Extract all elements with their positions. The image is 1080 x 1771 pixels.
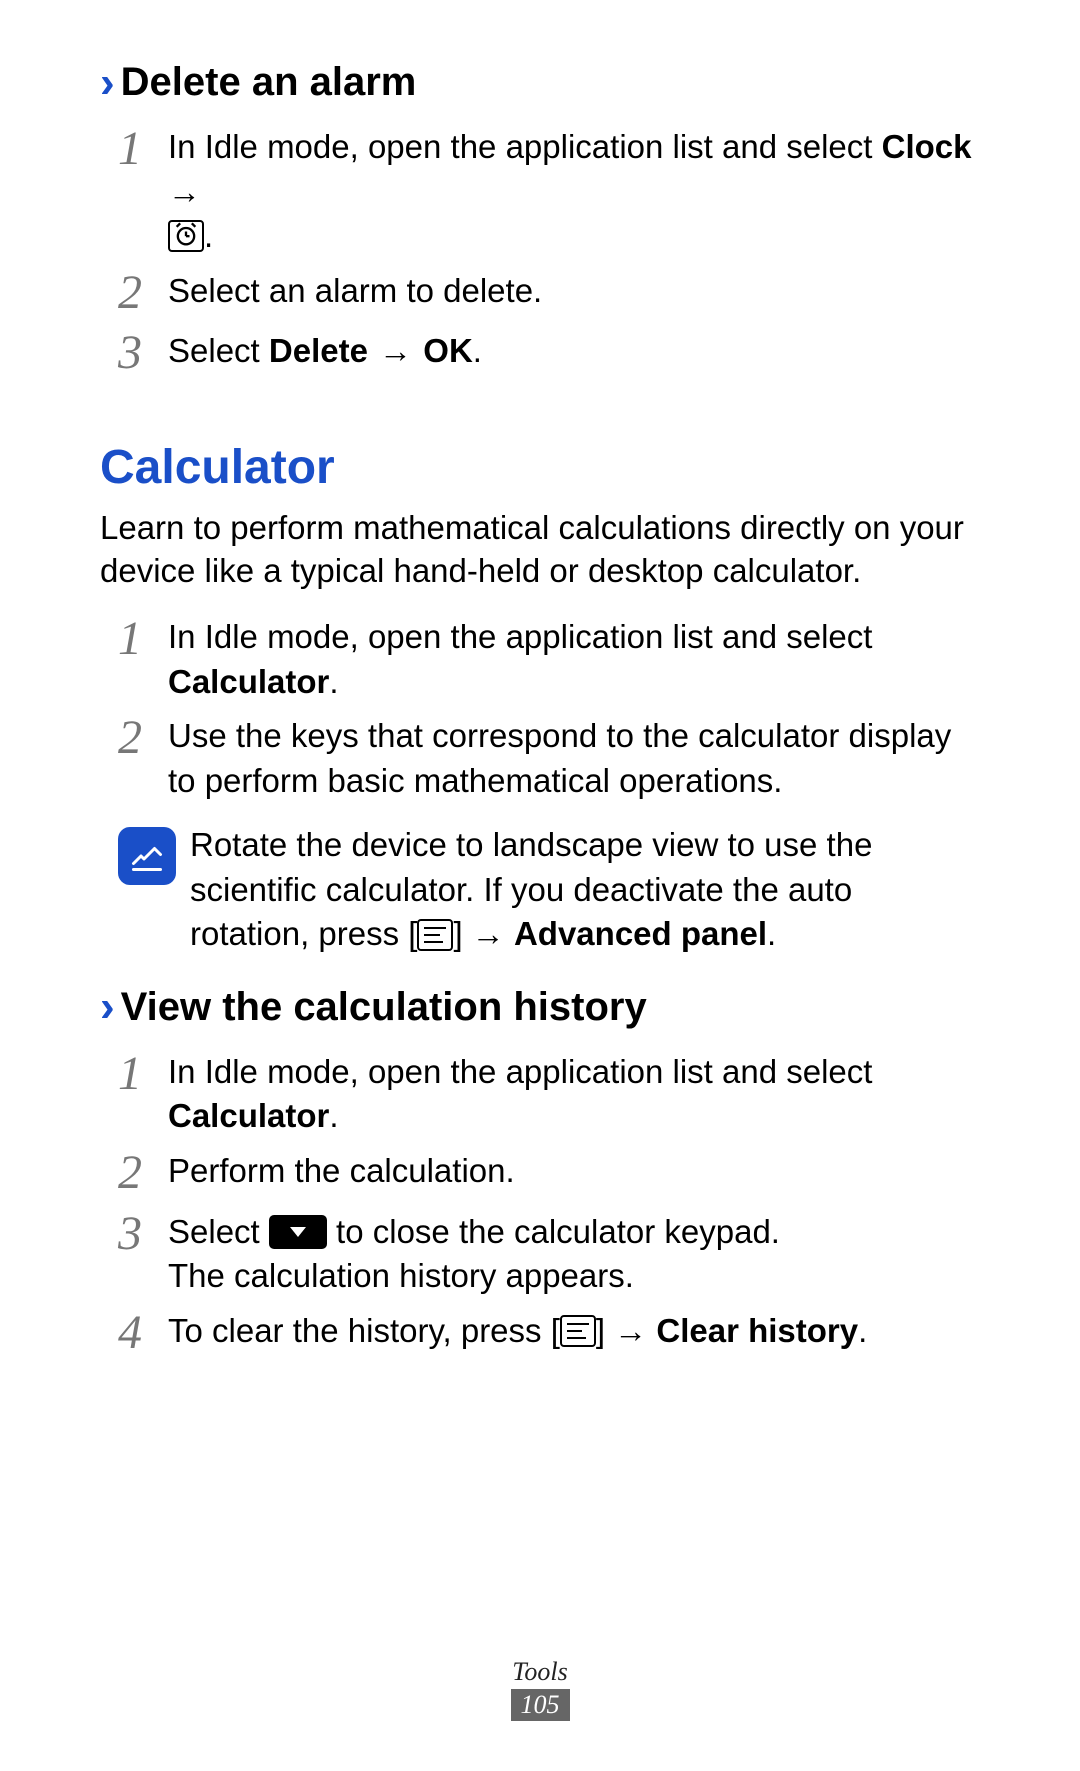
step-1-delete: 1 In Idle mode, open the application lis… [118, 125, 980, 259]
step-2-delete: 2 Select an alarm to delete. [118, 269, 980, 320]
step-4-history: 4 To clear the history, press [] → Clear… [118, 1309, 980, 1360]
note-icon [118, 827, 176, 885]
heading-view-history: › View the calculation history [100, 985, 980, 1030]
note-body: Rotate the device to landscape view to u… [190, 823, 980, 957]
document-page: › Delete an alarm 1 In Idle mode, open t… [0, 0, 1080, 1771]
page-number: 105 [511, 1689, 570, 1721]
step-body: Perform the calculation. [168, 1149, 980, 1194]
heading-calculator: Calculator [100, 440, 980, 495]
step-number: 4 [118, 1307, 168, 1360]
heading-text: Delete an alarm [121, 60, 417, 105]
heading-delete-alarm: › Delete an alarm [100, 60, 980, 105]
step-body: In Idle mode, open the application list … [168, 615, 980, 704]
page-footer: Tools 105 [0, 1657, 1080, 1721]
step-number: 1 [118, 613, 168, 666]
menu-icon [560, 1315, 596, 1347]
menu-icon [417, 919, 453, 951]
step-body: To clear the history, press [] → Clear h… [168, 1309, 980, 1354]
step-number: 3 [118, 327, 168, 380]
footer-section-label: Tools [0, 1657, 1080, 1687]
step-number: 2 [118, 267, 168, 320]
step-body: In Idle mode, open the application list … [168, 1050, 980, 1139]
step-1-history: 1 In Idle mode, open the application lis… [118, 1050, 980, 1139]
step-body: Use the keys that correspond to the calc… [168, 714, 980, 803]
step-number: 2 [118, 712, 168, 765]
step-2-history: 2 Perform the calculation. [118, 1149, 980, 1200]
step-2-calc: 2 Use the keys that correspond to the ca… [118, 714, 980, 803]
chevron-icon: › [100, 985, 115, 1029]
step-3-delete: 3 Select Delete → OK. [118, 329, 980, 380]
step-number: 1 [118, 123, 168, 176]
step-1-calc: 1 In Idle mode, open the application lis… [118, 615, 980, 704]
step-body: Select to close the calculator keypad. T… [168, 1210, 980, 1299]
collapse-keypad-icon [269, 1215, 327, 1249]
step-body: Select Delete → OK. [168, 329, 980, 374]
chevron-icon: › [100, 61, 115, 105]
step-3-history: 3 Select to close the calculator keypad.… [118, 1210, 980, 1299]
step-number: 3 [118, 1208, 168, 1261]
heading-text: View the calculation history [121, 985, 647, 1030]
step-body: In Idle mode, open the application list … [168, 125, 980, 259]
note-block: Rotate the device to landscape view to u… [118, 823, 980, 957]
step-number: 2 [118, 1147, 168, 1200]
step-number: 1 [118, 1048, 168, 1101]
alarm-clock-icon [168, 220, 204, 252]
calculator-intro: Learn to perform mathematical calculatio… [100, 507, 980, 593]
step-body: Select an alarm to delete. [168, 269, 980, 314]
